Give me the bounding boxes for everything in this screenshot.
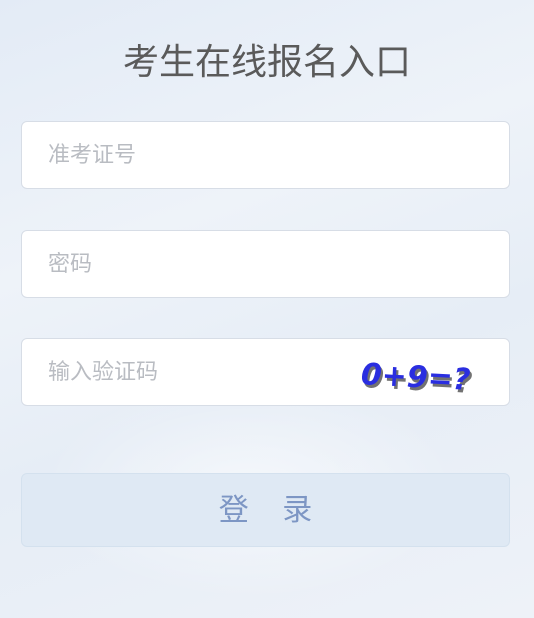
password-field	[21, 230, 510, 298]
login-button[interactable]: 登 录	[21, 473, 510, 547]
captcha-svg: 0+9=? 0+9=?	[360, 357, 473, 401]
password-input[interactable]	[22, 231, 509, 297]
page-title: 考生在线报名入口	[122, 42, 411, 83]
captcha-input[interactable]	[22, 339, 342, 405]
ticket-number-field	[21, 121, 510, 189]
ticket-number-input[interactable]	[22, 122, 509, 188]
captcha-image[interactable]: 0+9=? 0+9=?	[355, 353, 475, 401]
captcha-text: 0+9=?	[360, 357, 471, 395]
captcha-field: 0+9=? 0+9=?	[21, 338, 510, 406]
